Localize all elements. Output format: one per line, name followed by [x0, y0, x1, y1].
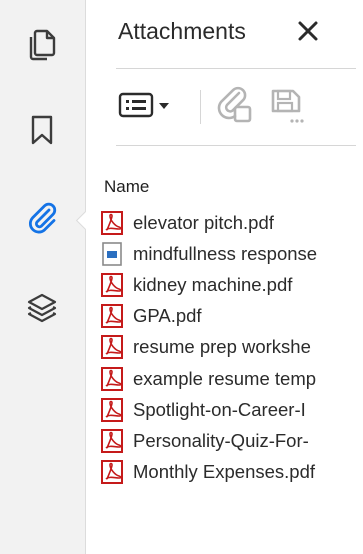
- close-icon[interactable]: [296, 19, 320, 43]
- file-name: resume prep workshe: [133, 336, 311, 358]
- document-file-icon: [100, 241, 124, 266]
- file-name: example resume temp: [133, 367, 317, 389]
- list-options-icon: [118, 90, 178, 125]
- pdf-file-icon: [100, 397, 124, 422]
- save-attachment-icon: [267, 85, 307, 130]
- pdf-file-icon: [100, 366, 124, 391]
- bookmark-icon[interactable]: [23, 111, 61, 149]
- left-tool-rail: [0, 0, 86, 554]
- panel-title: Attachments: [118, 18, 246, 44]
- pdf-file-icon: [100, 428, 124, 453]
- attachments-toolbar: [116, 84, 356, 130]
- pdf-file-icon: [100, 335, 124, 360]
- list-item[interactable]: resume prep workshe: [100, 332, 363, 363]
- list-item[interactable]: mindfullness response: [100, 238, 363, 269]
- layers-icon[interactable]: [23, 289, 61, 327]
- pdf-file-icon: [100, 460, 124, 485]
- divider: [116, 68, 356, 69]
- file-name: Spotlight-on-Career-I: [133, 398, 306, 420]
- list-item[interactable]: GPA.pdf: [100, 301, 363, 332]
- name-column-header[interactable]: Name: [104, 177, 149, 197]
- add-attachment-icon: [215, 85, 255, 130]
- list-item[interactable]: example resume temp: [100, 363, 363, 394]
- divider: [116, 145, 356, 146]
- file-name: elevator pitch.pdf: [133, 211, 274, 233]
- save-attachment-button[interactable]: [264, 84, 310, 130]
- file-name: GPA.pdf: [133, 305, 202, 327]
- pdf-file-icon: [100, 304, 124, 329]
- attachments-panel: Attachments Name elevator pitch.pdf mind…: [86, 0, 363, 554]
- toolbar-separator: [200, 90, 201, 124]
- pdf-file-icon: [100, 210, 124, 235]
- list-item[interactable]: elevator pitch.pdf: [100, 207, 363, 238]
- add-attachment-button[interactable]: [212, 84, 258, 130]
- list-item[interactable]: Monthly Expenses.pdf: [100, 457, 363, 488]
- list-item[interactable]: Personality-Quiz-For-: [100, 425, 363, 456]
- pdf-file-icon: [100, 272, 124, 297]
- file-name: Monthly Expenses.pdf: [133, 461, 316, 483]
- file-name: kidney machine.pdf: [133, 273, 293, 295]
- attachment-icon[interactable]: [23, 199, 61, 237]
- list-item[interactable]: Spotlight-on-Career-I: [100, 394, 363, 425]
- options-button[interactable]: [116, 84, 180, 130]
- attachment-list: elevator pitch.pdf mindfullness response…: [100, 207, 363, 488]
- file-name: mindfullness response: [133, 242, 318, 264]
- pages-icon[interactable]: [23, 26, 61, 64]
- file-name: Personality-Quiz-For-: [133, 429, 309, 451]
- list-item[interactable]: kidney machine.pdf: [100, 269, 363, 300]
